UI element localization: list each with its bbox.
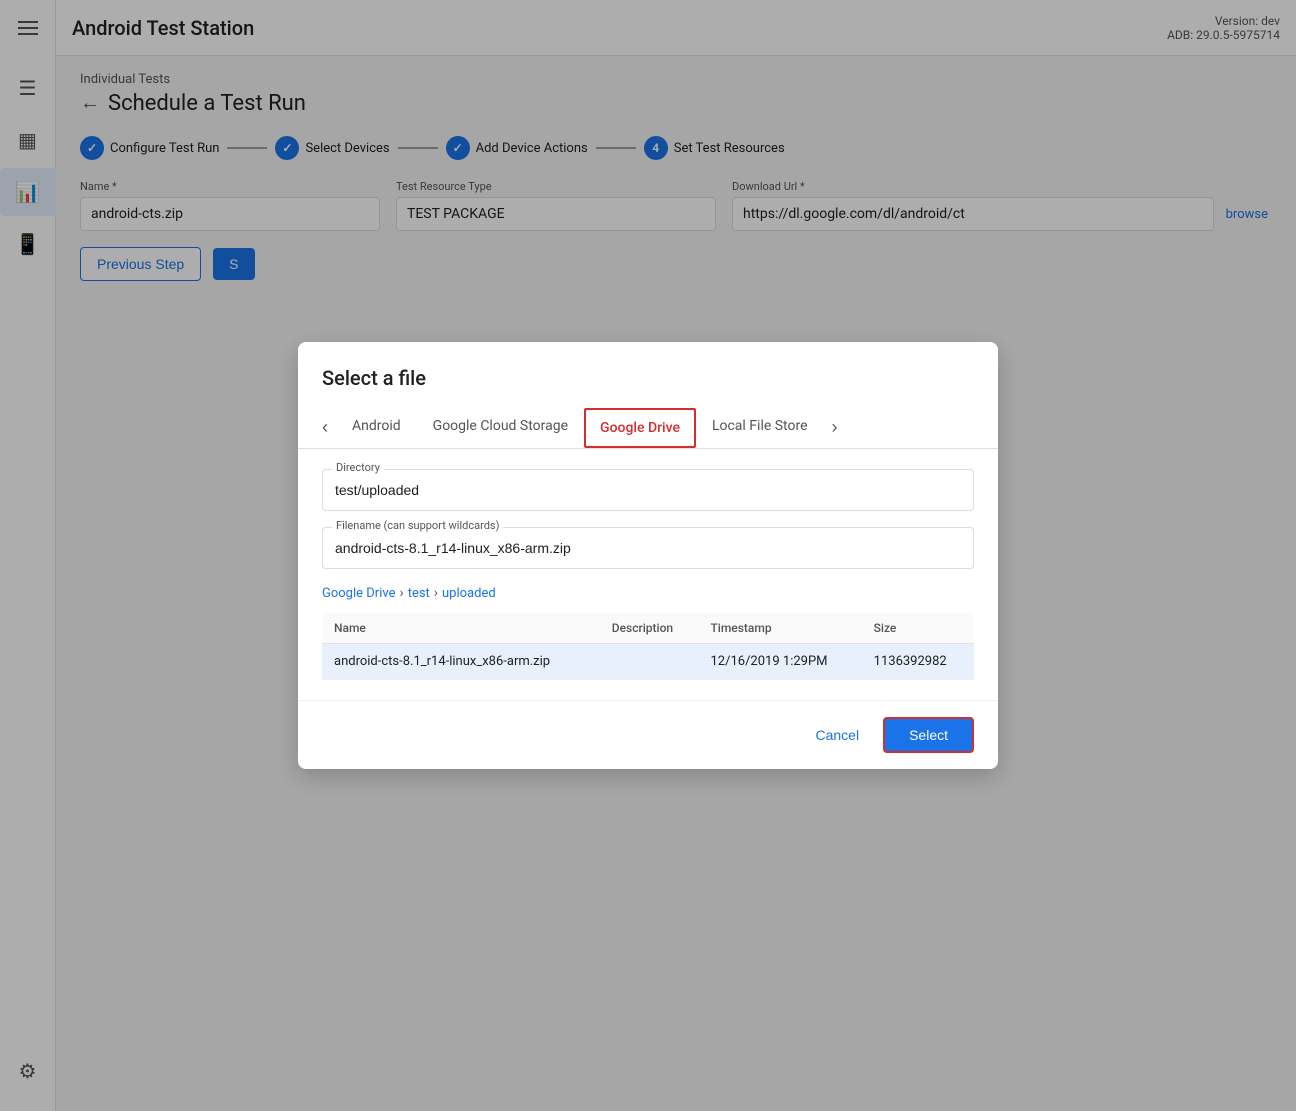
- file-breadcrumb: Google Drive › test › uploaded: [322, 585, 974, 601]
- file-table-header: Name Description Timestamp Size: [322, 613, 974, 644]
- file-row[interactable]: android-cts-8.1_r14-linux_x86-arm.zip 12…: [322, 644, 974, 680]
- directory-input[interactable]: [322, 469, 974, 511]
- filename-field: Filename (can support wildcards): [322, 527, 974, 569]
- tab-android[interactable]: Android: [336, 406, 417, 448]
- breadcrumb-folder2[interactable]: uploaded: [442, 586, 496, 601]
- dialog-tabs: ‹ Android Google Cloud Storage Google Dr…: [298, 406, 998, 449]
- breadcrumb-sep2: ›: [434, 585, 438, 601]
- breadcrumb-folder1[interactable]: test: [408, 586, 430, 601]
- select-file-dialog: Select a file ‹ Android Google Cloud Sto…: [298, 342, 998, 769]
- file-table: Name Description Timestamp Size android-…: [322, 613, 974, 680]
- tab-gcs[interactable]: Google Cloud Storage: [417, 406, 584, 448]
- select-button[interactable]: Select: [883, 717, 974, 753]
- file-size: 1136392982: [862, 644, 974, 680]
- col-name: Name: [322, 613, 600, 644]
- dialog-overlay: Select a file ‹ Android Google Cloud Sto…: [0, 0, 1296, 1111]
- cancel-button[interactable]: Cancel: [807, 719, 867, 751]
- tab-next-button[interactable]: ›: [824, 409, 846, 446]
- tab-gdrive[interactable]: Google Drive: [584, 408, 696, 448]
- tab-prev-button[interactable]: ‹: [314, 409, 336, 446]
- file-name: android-cts-8.1_r14-linux_x86-arm.zip: [322, 644, 600, 680]
- file-description: [600, 644, 699, 680]
- directory-label: Directory: [332, 461, 384, 474]
- dialog-body: Directory Filename (can support wildcard…: [298, 449, 998, 700]
- breadcrumb-root[interactable]: Google Drive: [322, 586, 395, 601]
- dialog-title: Select a file: [322, 366, 426, 390]
- file-timestamp: 12/16/2019 1:29PM: [698, 644, 861, 680]
- dialog-footer: Cancel Select: [298, 700, 998, 769]
- dialog-header: Select a file: [298, 342, 998, 406]
- col-timestamp: Timestamp: [698, 613, 861, 644]
- filename-input[interactable]: [322, 527, 974, 569]
- col-description: Description: [600, 613, 699, 644]
- breadcrumb-sep1: ›: [399, 585, 403, 601]
- tab-local[interactable]: Local File Store: [696, 406, 824, 448]
- filename-label: Filename (can support wildcards): [332, 519, 503, 532]
- col-size: Size: [862, 613, 974, 644]
- directory-field: Directory: [322, 469, 974, 511]
- file-table-body: android-cts-8.1_r14-linux_x86-arm.zip 12…: [322, 644, 974, 680]
